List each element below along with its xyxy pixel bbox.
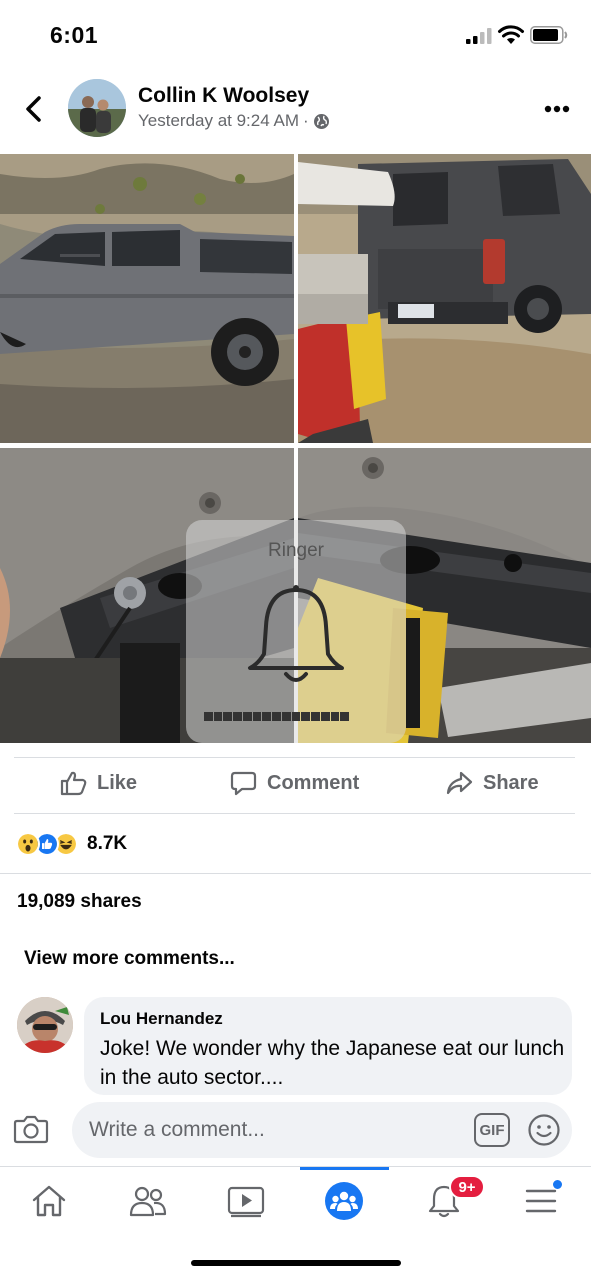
globe-icon (313, 113, 329, 129)
battery-icon (530, 26, 568, 44)
nav-active-indicator (300, 1167, 389, 1170)
nav-home[interactable] (29, 1181, 69, 1221)
post-meta: Yesterday at 9:24 AM · (138, 111, 330, 131)
back-button[interactable] (18, 92, 48, 126)
wifi-icon (498, 25, 524, 44)
ringer-volume-segment (320, 712, 330, 721)
home-indicator[interactable] (191, 1260, 401, 1266)
menu-hamburger-icon (525, 1189, 557, 1213)
comment-bubble: Lou Hernandez Joke! We wonder why the Ja… (84, 997, 572, 1095)
groups-icon (325, 1182, 363, 1220)
divider-bottom (14, 813, 575, 814)
menu-notification-dot (552, 1179, 563, 1190)
gif-button[interactable]: GIF (474, 1113, 510, 1147)
ringer-hud: Ringer (186, 520, 406, 743)
share-button[interactable]: Share (446, 770, 539, 796)
divider-reactions (0, 873, 591, 874)
comment-text: Joke! We wonder why the Japanese eat our… (100, 1037, 565, 1089)
nav-friends[interactable] (128, 1181, 168, 1221)
thumbs-up-icon (60, 771, 87, 796)
ringer-volume-segment (233, 712, 242, 721)
comment-button[interactable]: Comment (230, 770, 359, 796)
bell-icon (248, 585, 344, 682)
comment-label: Comment (267, 771, 360, 794)
like-label: Like (97, 771, 138, 794)
post-header: Collin K Woolsey Yesterday at 9:24 AM · (0, 70, 591, 150)
notifications-badge: 9+ (449, 1175, 485, 1199)
ringer-volume-segment (330, 712, 340, 721)
ringer-volume-segment (272, 712, 281, 721)
photo-truck-side[interactable] (0, 154, 294, 443)
status-bar: 6:01 (0, 0, 591, 70)
ringer-volume-segment (311, 712, 320, 721)
ringer-volume-segment (262, 712, 272, 721)
nav-watch[interactable] (226, 1181, 266, 1221)
shares-count[interactable]: 19,089 shares (17, 891, 142, 913)
ringer-volume-segment (291, 712, 301, 721)
view-more-comments-link[interactable]: View more comments... (24, 948, 235, 970)
reaction-count: 8.7K (87, 833, 128, 854)
comment-input[interactable]: Write a comment... GIF (72, 1102, 572, 1158)
post-actions: Like Comment Share (0, 758, 591, 814)
ringer-volume-segment (223, 712, 233, 721)
author-avatar[interactable] (68, 79, 126, 137)
ringer-volume-segment (281, 712, 291, 721)
wow-reaction-icon (16, 832, 40, 856)
comment-author[interactable]: Lou Hernandez (100, 1009, 223, 1029)
signal-icon (466, 28, 492, 44)
camera-icon[interactable] (13, 1113, 49, 1145)
friends-icon (129, 1186, 167, 1217)
more-options-button[interactable] (540, 96, 574, 122)
like-button[interactable]: Like (60, 770, 137, 796)
ringer-volume-segment (252, 712, 262, 721)
ringer-title: Ringer (268, 540, 324, 561)
ringer-volume-segment (204, 712, 213, 721)
ringer-volume-segment (369, 712, 378, 721)
watch-video-icon (227, 1186, 265, 1218)
author-name[interactable]: Collin K Woolsey (138, 84, 309, 108)
chevron-left-icon (26, 96, 41, 122)
ringer-volume-segment (213, 712, 223, 721)
ringer-volume-bar (204, 712, 388, 721)
ringer-volume-segment (340, 712, 350, 721)
ringer-volume-segment (360, 712, 369, 721)
emoji-icon[interactable] (527, 1113, 561, 1147)
comment-composer: Write a comment... GIF (0, 1096, 591, 1166)
comment-input-placeholder: Write a comment... (89, 1118, 265, 1141)
comment-bubble-icon (230, 771, 257, 796)
ringer-volume-segment (379, 712, 388, 721)
post-timestamp[interactable]: Yesterday at 9:24 AM (138, 111, 299, 131)
photo-truck-rear[interactable] (298, 154, 591, 443)
status-time: 6:01 (50, 22, 99, 48)
share-label: Share (483, 771, 539, 794)
ringer-volume-segment (301, 712, 311, 721)
share-arrow-icon (446, 771, 473, 795)
nav-groups[interactable] (324, 1181, 364, 1221)
commenter-avatar[interactable] (17, 997, 73, 1053)
meta-separator: · (302, 111, 309, 130)
home-icon (32, 1185, 66, 1217)
ringer-volume-segment (350, 712, 359, 721)
more-dots-icon (544, 105, 570, 113)
ringer-volume-segment (242, 712, 252, 721)
reactions-summary[interactable]: 8.7K (16, 832, 127, 856)
